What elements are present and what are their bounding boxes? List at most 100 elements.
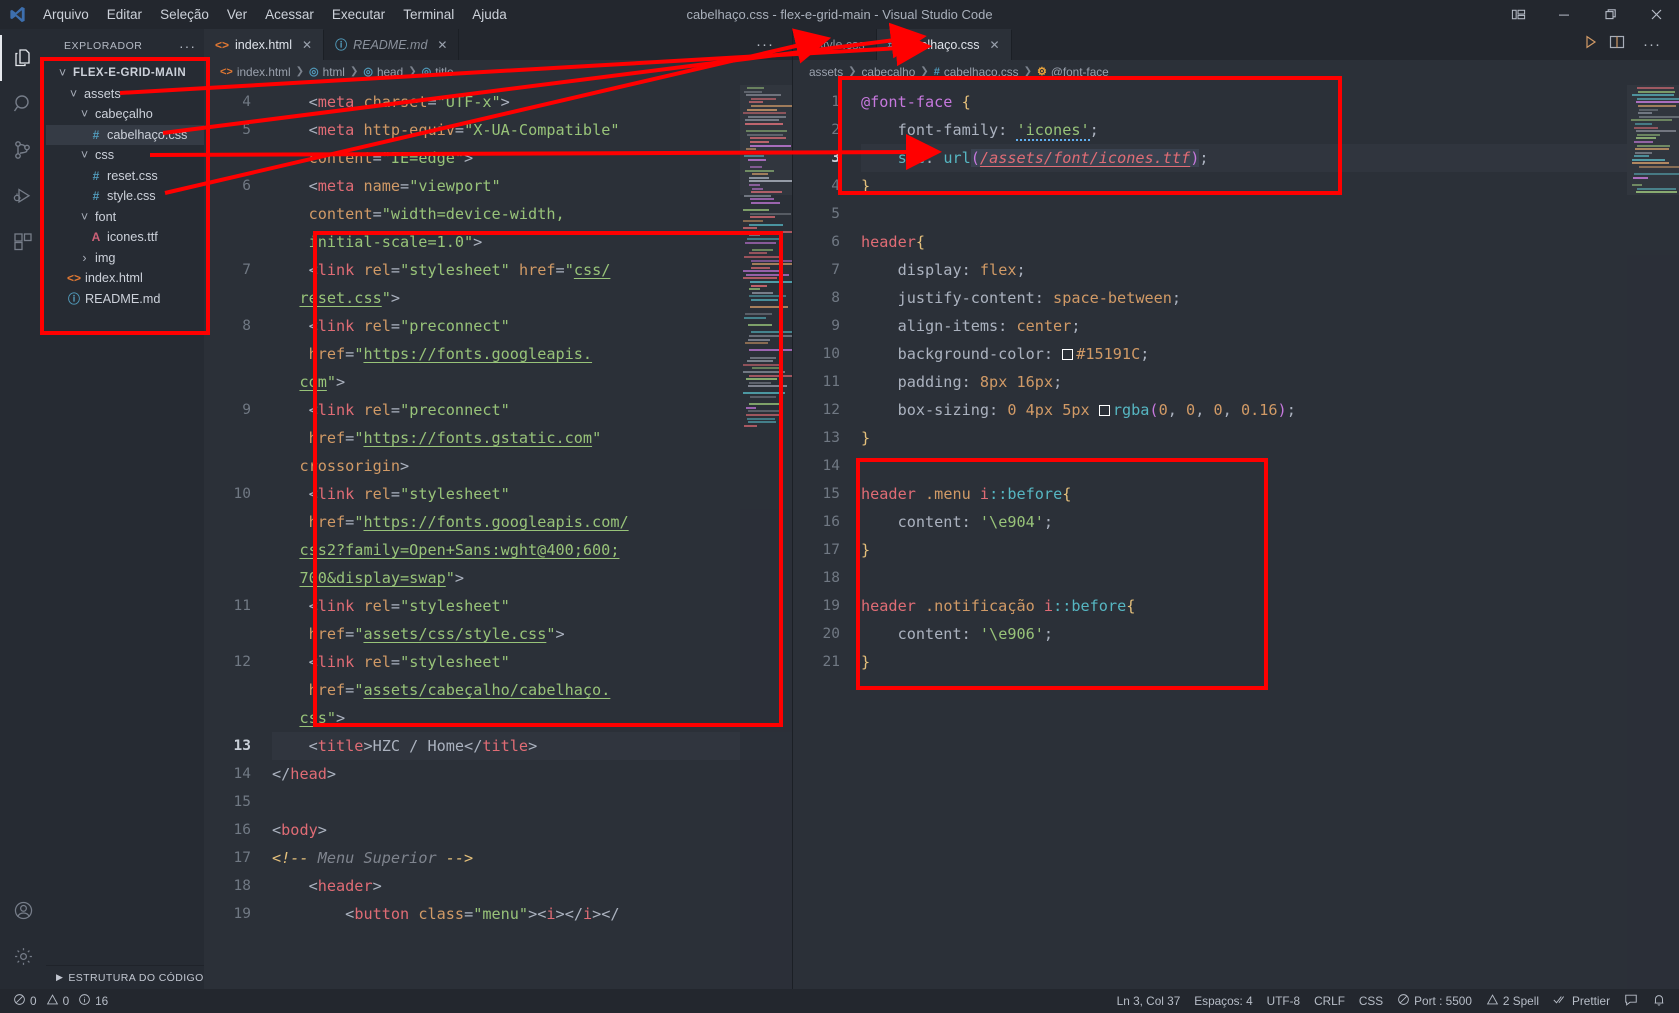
chevron-down-icon[interactable]: ˅ (67, 87, 80, 101)
code-content-left[interactable]: <meta charset="UTF-x"> <meta http-equiv=… (262, 83, 792, 989)
tree-file[interactable]: # cabelhaço.css (46, 124, 204, 145)
file-tree[interactable]: ˅ FLEX-E-GRID-MAIN ˅ assets ˅ cabeçalho # cabel… (46, 63, 204, 965)
code-line[interactable]: } (861, 424, 1679, 452)
breadcrumb-file[interactable]: <> index.html (220, 65, 291, 79)
code-line[interactable]: <!-- Menu Superior --> (272, 844, 792, 872)
breadcrumb-symbol-font-face[interactable]: ⚙ @font-face (1037, 65, 1109, 79)
activity-settings-gear-icon[interactable] (0, 933, 46, 979)
tree-folder[interactable]: ˅ font (46, 207, 204, 228)
breadcrumb-file-cabelhaco[interactable]: # cabelhaço.css (934, 65, 1019, 79)
status-feedback[interactable] (1617, 989, 1645, 1013)
code-line[interactable] (272, 788, 792, 816)
status-language-mode[interactable]: CSS (1352, 989, 1390, 1013)
code-line[interactable]: href="assets/cabeçalho/cabelhaço. (272, 676, 792, 704)
tab-index-html[interactable]: <> index.html ✕ (204, 29, 325, 60)
close-button[interactable] (1633, 0, 1679, 29)
code-line[interactable]: <link rel="stylesheet" (272, 480, 792, 508)
customize-layout-icon[interactable] (1495, 0, 1541, 29)
code-line[interactable]: <title>HZC / Home</title> (272, 732, 792, 760)
code-line[interactable]: header .notificação i::before{ (861, 592, 1679, 620)
tree-file[interactable]: ⓘ README.md (46, 289, 204, 310)
code-line[interactable]: content: '\e906'; (861, 620, 1679, 648)
code-line[interactable]: <link rel="stylesheet" (272, 648, 792, 676)
code-line[interactable]: src: url(/assets/font/icones.ttf); (861, 144, 1679, 172)
code-line[interactable]: <link rel="preconnect" (272, 396, 792, 424)
code-line[interactable]: font-family: 'icones'; (861, 116, 1679, 144)
code-line[interactable]: initial-scale=1.0"> (272, 228, 792, 256)
editor-more-actions-icon[interactable]: ··· (1635, 36, 1669, 53)
tree-folder[interactable]: ˅ FLEX-E-GRID-MAIN (46, 63, 204, 84)
tab-readme-md[interactable]: ⓘ README.md ✕ (324, 29, 460, 60)
outline-section-header[interactable]: ▶ ESTRUTURA DO CÓDIGO (46, 965, 204, 989)
explorer-more-actions-icon[interactable]: ··· (179, 38, 196, 54)
tree-folder[interactable]: ˅ css (46, 145, 204, 166)
code-line[interactable]: header{ (861, 228, 1679, 256)
code-line[interactable]: <button class="menu"><i></i></ (272, 900, 792, 928)
menu-arquivo[interactable]: Arquivo (34, 3, 98, 26)
breadcrumb-folder-cabecalho[interactable]: cabeçalho (862, 65, 916, 79)
code-line[interactable]: href="https://fonts.gstatic.com" (272, 424, 792, 452)
code-line[interactable] (861, 564, 1679, 592)
code-line[interactable]: <header> (272, 872, 792, 900)
status-spell-checker[interactable]: 2 Spell (1479, 989, 1546, 1013)
tab-cabelhaco-css[interactable]: # cabelhaço.css ✕ (876, 29, 1012, 60)
menu-editar[interactable]: Editar (98, 3, 151, 26)
breadcrumb-right[interactable]: assets ❯ cabeçalho ❯ # cabelhaço.css ❯ ⚙… (793, 60, 1679, 83)
activity-search-icon[interactable] (0, 81, 46, 127)
chevron-down-icon[interactable]: ˅ (56, 66, 69, 80)
activity-account-icon[interactable] (0, 887, 46, 933)
code-line[interactable]: content: '\e904'; (861, 508, 1679, 536)
chevron-down-icon[interactable]: ˅ (78, 148, 91, 162)
tree-file[interactable]: Aicones.ttf (46, 227, 204, 248)
breadcrumb-folder-assets[interactable]: assets (809, 65, 843, 79)
tree-file[interactable]: <> index.html (46, 268, 204, 289)
code-line[interactable]: <link rel="preconnect" (272, 312, 792, 340)
breadcrumb-symbol-html[interactable]: ◎ html (309, 65, 345, 79)
maximize-restore-button[interactable] (1587, 0, 1633, 29)
code-line[interactable]: box-sizing: 0 4px 5px rgba(0, 0, 0, 0.16… (861, 396, 1679, 424)
chevron-right-icon[interactable]: › (78, 251, 91, 265)
tree-folder[interactable]: ˅ assets (46, 84, 204, 105)
code-line[interactable]: display: flex; (861, 256, 1679, 284)
tree-file[interactable]: # reset.css (46, 166, 204, 187)
code-content-right[interactable]: @font-face { font-family: 'icones'; src:… (851, 83, 1679, 989)
code-line[interactable] (861, 452, 1679, 480)
menu-selecao[interactable]: Seleção (151, 3, 218, 26)
code-line[interactable]: } (861, 172, 1679, 200)
code-line[interactable]: content="IE=edge"> (272, 144, 792, 172)
menu-bar[interactable]: Arquivo Editar Seleção Ver Acessar Execu… (34, 3, 516, 26)
code-line[interactable]: 700&display=swap"> (272, 564, 792, 592)
status-prettier[interactable]: Prettier (1546, 989, 1617, 1013)
code-line[interactable]: <link rel="stylesheet" href="css/ (272, 256, 792, 284)
code-line[interactable] (861, 200, 1679, 228)
split-editor-right-icon[interactable] (1609, 34, 1625, 55)
minimize-button[interactable] (1541, 0, 1587, 29)
code-editor-left[interactable]: 45.6..7.8..9..10...11.12..13141516171819… (204, 83, 792, 989)
run-code-icon[interactable] (1583, 34, 1599, 55)
code-line[interactable]: } (861, 648, 1679, 676)
activity-explorer-icon[interactable] (0, 35, 46, 81)
tab-close-icon[interactable]: ✕ (990, 38, 1000, 52)
code-line[interactable]: padding: 8px 16px; (861, 368, 1679, 396)
editor-scrollbar-left[interactable] (779, 83, 792, 989)
menu-terminal[interactable]: Terminal (394, 3, 463, 26)
code-line[interactable]: <link rel="stylesheet" (272, 592, 792, 620)
status-live-server-port[interactable]: Port : 5500 (1390, 989, 1479, 1013)
code-line[interactable]: <body> (272, 816, 792, 844)
tree-folder[interactable]: › img (46, 248, 204, 269)
code-line[interactable]: <meta http-equiv="X-UA-Compatible" (272, 116, 792, 144)
tree-file[interactable]: # style.css (46, 186, 204, 207)
editor-more-actions-icon[interactable]: ··· (748, 36, 782, 53)
code-line[interactable]: crossorigin> (272, 452, 792, 480)
chevron-down-icon[interactable]: ˅ (78, 107, 91, 121)
code-editor-right[interactable]: 1 2 3 4 5 6 7 8 9 10 11 12 13 14 15 16 17 18 19 20 21 @font-… (793, 83, 1679, 989)
activity-run-debug-icon[interactable] (0, 173, 46, 219)
breadcrumb-left[interactable]: <> index.html ❯ ◎ html ❯ ◎ head ❯ ◎ titl… (204, 60, 792, 83)
code-line[interactable]: align-items: center; (861, 312, 1679, 340)
code-line[interactable]: href="assets/css/style.css"> (272, 620, 792, 648)
status-notifications[interactable] (1645, 989, 1673, 1013)
code-line[interactable]: justify-content: space-between; (861, 284, 1679, 312)
breadcrumb-symbol-title[interactable]: ◎ title (422, 65, 454, 79)
code-line[interactable]: header .menu i::before{ (861, 480, 1679, 508)
tree-folder[interactable]: ˅ cabeçalho (46, 104, 204, 125)
